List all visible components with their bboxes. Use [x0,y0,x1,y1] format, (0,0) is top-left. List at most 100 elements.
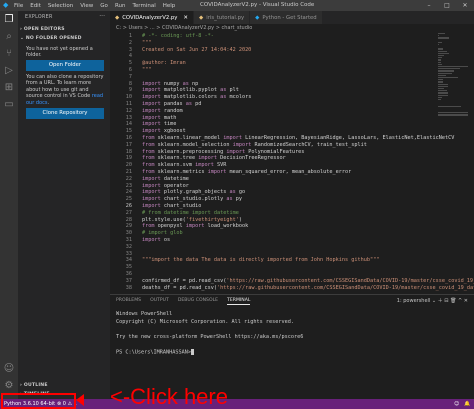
minimap-line [438,77,459,79]
minimap-line [438,48,444,50]
tab-debug-console[interactable]: DEBUG CONSOLE [178,298,218,305]
no-folder-message: You have not yet opened a folder. [26,46,93,59]
extensions-icon[interactable]: ⊞ [3,82,15,94]
line-number: 38 [125,284,132,291]
feedback-icon[interactable]: ☺ [454,399,459,409]
code-line[interactable]: # -*- coding: utf-8 -*- [142,33,214,40]
minimap-line [438,57,442,59]
account-icon[interactable]: ☺ [3,363,15,375]
minimap-line [438,55,444,57]
minimap-line [438,79,443,81]
title-bar: ◆ File Edit Selection View Go Run Termin… [0,0,474,11]
minimap-line [438,41,443,44]
menu-terminal[interactable]: Terminal [132,3,155,9]
minimap-line [438,52,449,55]
gear-icon[interactable]: ⚙ [3,380,15,392]
window-controls: – □ ✕ [420,0,474,11]
search-icon[interactable]: ⌕ [3,31,15,43]
no-folder-section[interactable]: ⌄ NO FOLDER OPENED [20,36,82,41]
close-window-icon[interactable]: ✕ [456,0,474,11]
menu-view[interactable]: View [80,3,93,9]
minimap-line [438,114,468,116]
minimap-line [438,63,443,66]
minimap-line [438,59,442,61]
code-line[interactable]: """ [142,67,151,74]
code-line[interactable]: deaths_df = pd.read_csv('https://raw.git… [142,285,474,292]
explorer-sidebar: EXPLORER ··· › OPEN EDITORS ⌄ NO FOLDER … [18,11,110,399]
minimap-line [438,85,448,88]
minimap-line [438,74,447,77]
minimap-line [438,68,460,70]
minimap-line [438,92,448,94]
minimap-line [438,88,444,90]
minimap-line [438,44,439,46]
code-line[interactable]: import os [142,237,170,244]
annotation-text: <-Click here [110,384,228,409]
outline-section[interactable]: › OUTLINE [20,383,48,388]
minimap-line [438,99,441,101]
minimap-line [438,81,443,83]
python-file-icon: ◆ [115,14,120,21]
minimap-line [438,72,452,74]
open-folder-button[interactable]: Open Folder [26,60,104,71]
minimap-line [438,94,449,96]
maximize-icon[interactable]: □ [438,0,456,11]
more-actions-icon[interactable]: ··· [99,13,105,20]
remote-explorer-icon[interactable]: ▭ [3,99,15,111]
tab-python-get-started[interactable]: ◆ Python - Get Started [250,11,323,24]
terminal-cursor [190,348,194,355]
run-debug-icon[interactable]: ▷ [3,65,15,77]
minimap-line [438,66,468,68]
minimap-line [438,83,448,85]
notification-bell-icon[interactable]: 🔔 [464,399,470,409]
close-tab-icon[interactable]: ✕ [183,15,188,21]
panel-tabs: PROBLEMS OUTPUT DEBUG CONSOLE TERMINAL [116,298,251,305]
minimap-line [438,96,442,99]
minimap-line [438,105,461,107]
tab-output[interactable]: OUTPUT [150,298,169,305]
menu-file[interactable]: File [14,3,23,9]
terminal-line: Try the new cross-platform PowerShell ht… [116,333,304,340]
window-title: COVIDAnalyzerV2.py - Visual Studio Code [200,2,315,8]
annotation-arrow-icon [76,394,84,406]
terminal-line: Copyright (C) Microsoft Corporation. All… [116,318,295,325]
open-editors-section[interactable]: › OPEN EDITORS [20,27,65,32]
minimap-line [438,90,448,92]
code-line[interactable]: """import the data The data is directly … [142,257,379,264]
minimap-line [438,112,468,114]
tab-covidanalyzer[interactable]: ◆ COVIDAnalyzerV2.py ✕ [110,11,195,24]
menu-go[interactable]: Go [100,3,108,9]
tab-iris-tutorial[interactable]: ◆ iris_tutorial.py [194,11,251,24]
sidebar-title: EXPLORER [25,15,53,20]
terminal-dropdown[interactable]: 1: powershell ⌄ ＋ ⊟ 🗑 ^ ✕ [397,297,468,304]
minimap-line [438,37,449,39]
code-line[interactable]: Created on Sat Jun 27 14:04:42 2020 [142,47,251,54]
minimap-line [438,33,445,35]
code-editor[interactable]: 1 # -*- coding: utf-8 -*- 2 """ 3 Created on … [110,31,474,293]
minimap-line [438,61,442,63]
tab-problems[interactable]: PROBLEMS [116,298,141,305]
explorer-icon[interactable]: ❐ [3,14,15,26]
python-file-icon: ◆ [199,14,204,21]
menu-help[interactable]: Help [163,3,176,9]
minimap-line [438,70,454,72]
activity-bar: ❐ ⌕ ⑂ ▷ ⊞ ▭ ☺ ⚙ [0,11,18,399]
menu-run[interactable]: Run [115,3,126,9]
minimap-line [438,35,439,37]
menu-edit[interactable]: Edit [30,3,41,9]
terminal-line: Windows PowerShell [116,311,173,317]
annotation-highlight-box [1,393,76,409]
minimap-line [438,50,448,52]
menu-selection[interactable]: Selection [48,3,73,9]
source-control-icon[interactable]: ⑂ [3,48,15,60]
clone-repository-button[interactable]: Clone Repository [26,108,104,119]
minimap[interactable] [438,31,470,293]
editor-tabs: ◆ COVIDAnalyzerV2.py ✕ ◆ iris_tutorial.p… [110,11,474,24]
menu-bar: File Edit Selection View Go Run Terminal… [14,3,175,9]
vscode-tab-icon: ◆ [255,14,260,21]
minimize-icon[interactable]: – [420,0,438,11]
clone-info-message: You can also clone a repository from a U… [26,74,104,106]
terminal-line: PS C:\Users\IMRANHASSAN> [116,348,194,355]
tab-terminal[interactable]: TERMINAL [227,298,251,305]
vscode-logo-icon: ◆ [3,1,9,9]
